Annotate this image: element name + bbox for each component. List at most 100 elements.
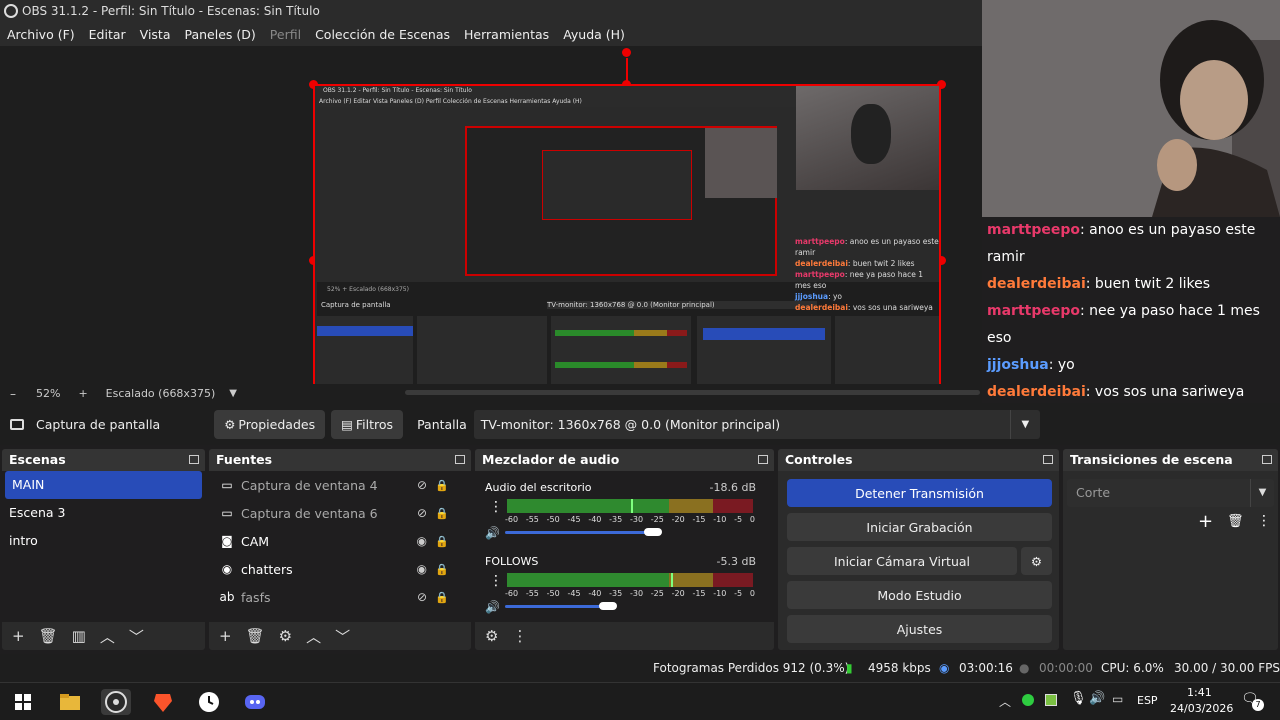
undock-icon[interactable] (1262, 455, 1272, 464)
window-title: OBS 31.1.2 - Perfil: Sin Título - Escena… (22, 4, 320, 18)
volume-icon[interactable]: 🔊 (1089, 691, 1105, 706)
arrow-down-icon[interactable]: ﹀ (335, 626, 350, 647)
eye-icon[interactable]: ◉ (417, 534, 427, 548)
source-item[interactable]: ◉ chatters ◉ 🔒 (209, 555, 471, 583)
zoom-scaled[interactable]: Escalado (668x375) (106, 387, 216, 400)
add-icon[interactable]: + (12, 627, 25, 645)
studio-mode-button[interactable]: Modo Estudio (787, 581, 1052, 609)
monitor-icon (10, 418, 24, 430)
arrow-down-icon[interactable]: ﹀ (129, 626, 144, 647)
lock-icon[interactable]: 🔒 (435, 479, 449, 492)
audio-mixer-dock: Mezclador de audio Audio del escritorio -… (475, 449, 774, 650)
menu-archivo[interactable]: Archivo (F) (7, 27, 75, 42)
stop-stream-button[interactable]: Detener Transmisión (787, 479, 1052, 507)
eye-hidden-icon[interactable]: ⊘ (417, 478, 427, 492)
menu-vista[interactable]: Vista (140, 27, 171, 42)
settings-button[interactable]: Ajustes (787, 615, 1052, 643)
undock-icon[interactable] (758, 455, 768, 464)
menu-herramientas[interactable]: Herramientas (464, 27, 549, 42)
clock-date[interactable]: 24/03/2026 (1170, 702, 1233, 715)
windows-start-icon[interactable] (10, 689, 36, 715)
lock-icon[interactable]: 🔒 (435, 591, 449, 604)
scene-item[interactable]: MAIN (5, 471, 202, 499)
volume-slider[interactable] (505, 605, 603, 608)
tray-app-icon[interactable] (1045, 694, 1057, 706)
tray-chevron-icon[interactable]: ︿ (999, 693, 1011, 710)
zoom-percent[interactable]: 52% (36, 387, 60, 400)
start-recording-button[interactable]: Iniciar Grabación (787, 513, 1052, 541)
virtual-camera-button[interactable]: Iniciar Cámara Virtual (787, 547, 1017, 575)
add-icon[interactable]: + (1198, 511, 1213, 532)
tray-green-icon[interactable] (1022, 694, 1034, 706)
zoom-dropdown-icon[interactable]: ▼ (229, 388, 237, 399)
scene-item[interactable]: intro (2, 527, 205, 555)
speaker-icon[interactable]: 🔊 (485, 600, 500, 614)
clock-time[interactable]: 1:41 (1187, 686, 1212, 699)
scene-item[interactable]: Escena 3 (2, 499, 205, 527)
properties-button[interactable]: ⚙ Propiedades (214, 409, 326, 439)
gear-icon[interactable]: ⚙ (279, 627, 292, 645)
screen-capture-source[interactable]: OBS 31.1.2 - Perfil: Sin Título - Escena… (313, 84, 941, 384)
source-item[interactable]: ◙ CAM ◉ 🔒 (209, 527, 471, 555)
cpu-usage: CPU: 6.0% (1101, 661, 1164, 675)
undock-icon[interactable] (1043, 455, 1053, 464)
file-explorer-icon[interactable] (57, 689, 83, 715)
menu-paneles[interactable]: Paneles (D) (185, 27, 256, 42)
lock-icon[interactable]: 🔒 (435, 563, 449, 576)
transition-select[interactable]: Corte ▼ (1067, 479, 1274, 507)
horizontal-scrollbar[interactable] (405, 390, 980, 395)
rotation-handle[interactable] (622, 48, 631, 57)
chat-text: : yo (1048, 357, 1075, 373)
chat-message: marttpeepo: anoo es un payaso este ramir (795, 236, 940, 258)
virtual-camera-settings-button[interactable]: ⚙ (1021, 547, 1052, 575)
lock-icon[interactable]: 🔒 (435, 507, 449, 520)
gear-icon: ⚙ (1030, 553, 1043, 569)
display-select[interactable]: TV-monitor: 1360x768 @ 0.0 (Monitor prin… (473, 409, 1040, 439)
obs-taskbar-icon[interactable] (101, 689, 131, 715)
more-icon[interactable]: ⋮ (1257, 513, 1271, 529)
filters-button[interactable]: ▤ Filtros (331, 409, 404, 439)
menu-bar: Archivo (F) Editar Vista Paneles (D) Per… (0, 22, 982, 46)
eye-hidden-icon[interactable]: ⊘ (417, 590, 427, 604)
eye-hidden-icon[interactable]: ⊘ (417, 506, 427, 520)
trash-icon[interactable]: 🗑 (39, 627, 58, 645)
sources-dock: Fuentes ▭ Captura de ventana 4 ⊘ 🔒 ▭ Captura … (209, 449, 471, 650)
volume-slider-knob[interactable] (599, 602, 617, 610)
arrow-up-icon[interactable]: ︿ (306, 626, 321, 647)
menu-coleccion[interactable]: Colección de Escenas (315, 27, 450, 42)
gear-icon[interactable]: ⚙ (485, 627, 498, 645)
trash-icon[interactable]: 🗑 (1227, 514, 1244, 529)
menu-perfil[interactable]: Perfil (270, 27, 301, 42)
volume-slider-knob[interactable] (644, 528, 662, 536)
source-item[interactable]: ▭ Captura de ventana 4 ⊘ 🔒 (209, 471, 471, 499)
filter-icon[interactable]: ▥ (72, 627, 86, 645)
network-icon[interactable]: ▭ (1112, 692, 1123, 706)
language-indicator[interactable]: ESP (1137, 694, 1158, 707)
volume-slider[interactable] (505, 531, 648, 534)
more-icon[interactable]: ⋮ (489, 499, 503, 515)
microphone-icon[interactable]: 🎙 (1070, 691, 1087, 706)
menu-ayuda[interactable]: Ayuda (H) (563, 27, 625, 42)
source-item[interactable]: ab fasfs ⊘ 🔒 (209, 583, 471, 611)
more-icon[interactable]: ⋮ (512, 627, 527, 645)
preview-canvas[interactable]: OBS 31.1.2 - Perfil: Sin Título - Escena… (0, 46, 982, 384)
menu-editar[interactable]: Editar (89, 27, 126, 42)
undock-icon[interactable] (455, 455, 465, 464)
source-item[interactable]: ▭ Captura de ventana 6 ⊘ 🔒 (209, 499, 471, 527)
trash-icon[interactable]: 🗑 (246, 627, 265, 645)
zoom-in-icon[interactable]: + (78, 387, 87, 400)
scenes-dock: Escenas MAIN Escena 3 intro + 🗑 ▥ ︿ ﹀ (2, 449, 205, 650)
source-name: fasfs (241, 589, 271, 605)
speaker-icon[interactable]: 🔊 (485, 526, 500, 540)
more-icon[interactable]: ⋮ (489, 573, 503, 589)
arrow-up-icon[interactable]: ︿ (100, 626, 115, 647)
eye-icon[interactable]: ◉ (417, 562, 427, 576)
mixer-channels: Audio del escritorio -18.6 dB ⋮ -60 -55 -50 -4… (475, 471, 774, 622)
lock-icon[interactable]: 🔒 (435, 535, 449, 548)
add-icon[interactable]: + (219, 627, 232, 645)
brave-icon[interactable] (150, 689, 176, 715)
discord-icon[interactable] (242, 689, 268, 715)
undock-icon[interactable] (189, 455, 199, 464)
zoom-out-icon[interactable]: – (10, 387, 16, 401)
clock-app-icon[interactable] (196, 689, 222, 715)
